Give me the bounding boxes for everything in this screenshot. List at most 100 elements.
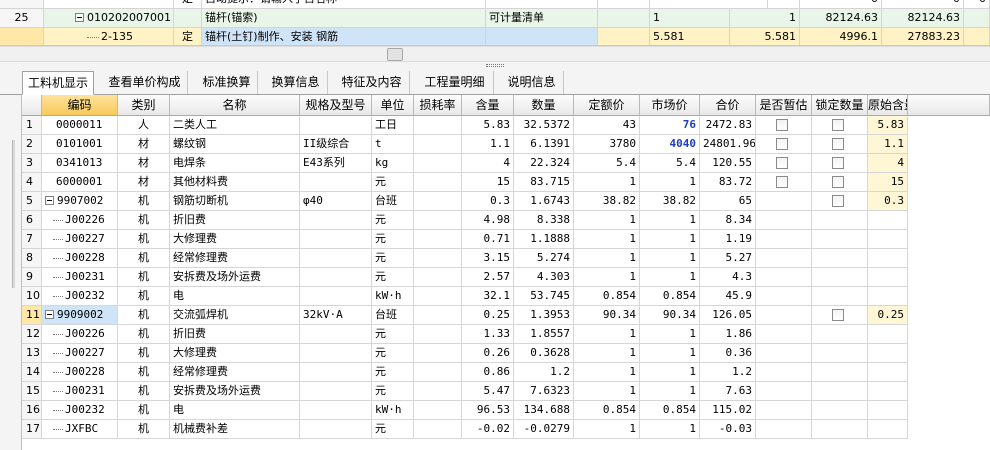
- cell-loss[interactable]: [414, 344, 462, 363]
- cell-total[interactable]: 5.27: [700, 249, 756, 268]
- cell-estimate[interactable]: [756, 420, 812, 439]
- cell-quota[interactable]: 1: [574, 211, 640, 230]
- cell-loss[interactable]: [414, 268, 462, 287]
- cell-spec[interactable]: [300, 325, 372, 344]
- cell-estimate[interactable]: [756, 363, 812, 382]
- cell-unit[interactable]: 台班: [372, 306, 414, 325]
- resource-row[interactable]: 17 JXFBC 机机械费补差元 -0.02 -0.0279 1 1 -0.03: [22, 420, 990, 439]
- cell-name[interactable]: 电焊条: [170, 154, 300, 173]
- cell-lock[interactable]: [812, 268, 868, 287]
- column-header[interactable]: 数量: [514, 95, 574, 116]
- row-number[interactable]: 10: [22, 287, 42, 306]
- cell-spec[interactable]: [300, 344, 372, 363]
- cell-code[interactable]: 0000011: [42, 116, 118, 135]
- cell-spec[interactable]: 32kV·A: [300, 306, 372, 325]
- cell-unit[interactable]: 元: [372, 249, 414, 268]
- tab-5[interactable]: 特征及内容: [334, 71, 410, 94]
- cell-code[interactable]: 6000001: [42, 173, 118, 192]
- column-header[interactable]: 名称: [170, 95, 300, 116]
- row-number[interactable]: 16: [22, 401, 42, 420]
- cell-name[interactable]: 交流弧焊机: [170, 306, 300, 325]
- cell-qty[interactable]: 7.6323: [514, 382, 574, 401]
- cell-unit[interactable]: 元: [372, 420, 414, 439]
- column-header[interactable]: 定额价: [574, 95, 640, 116]
- cell-market[interactable]: 1: [640, 249, 700, 268]
- cell-unit[interactable]: 元: [372, 230, 414, 249]
- cell-spec[interactable]: [300, 420, 372, 439]
- cell-lock[interactable]: [812, 401, 868, 420]
- row-number[interactable]: 1: [22, 116, 42, 135]
- cell-loss[interactable]: [414, 230, 462, 249]
- cell-content[interactable]: 3.15: [462, 249, 514, 268]
- cell-name[interactable]: 折旧费: [170, 211, 300, 230]
- cell-code[interactable]: JXFBC: [42, 420, 118, 439]
- column-header[interactable]: 单位: [372, 95, 414, 116]
- row-number[interactable]: 2: [22, 135, 42, 154]
- cell-quota[interactable]: 3780: [574, 135, 640, 154]
- row-number[interactable]: 15: [22, 382, 42, 401]
- cell-estimate[interactable]: [756, 382, 812, 401]
- estimate-checkbox[interactable]: [776, 157, 788, 169]
- cell-content[interactable]: 0.3: [462, 192, 514, 211]
- cell-lock[interactable]: [812, 344, 868, 363]
- cell-lock[interactable]: [812, 287, 868, 306]
- cell-market[interactable]: 1: [640, 325, 700, 344]
- cell-estimate[interactable]: [756, 325, 812, 344]
- cell-estimate[interactable]: [756, 154, 812, 173]
- estimate-checkbox[interactable]: [776, 176, 788, 188]
- cell-name[interactable]: 二类人工: [170, 116, 300, 135]
- cell-qty[interactable]: 22.324: [514, 154, 574, 173]
- column-header[interactable]: 合价: [700, 95, 756, 116]
- lock-quantity-checkbox[interactable]: [832, 119, 844, 131]
- cell-lock[interactable]: [812, 211, 868, 230]
- cell-unit[interactable]: t: [372, 135, 414, 154]
- cell-content[interactable]: -0.02: [462, 420, 514, 439]
- cell-qty[interactable]: 1.3953: [514, 306, 574, 325]
- cell-qty[interactable]: -0.0279: [514, 420, 574, 439]
- cell-market[interactable]: 0.854: [640, 287, 700, 306]
- cell-qty[interactable]: 53.745: [514, 287, 574, 306]
- cell-name[interactable]: 钢筋切断机: [170, 192, 300, 211]
- cell-name[interactable]: 其他材料费: [170, 173, 300, 192]
- cell-lock[interactable]: [812, 192, 868, 211]
- estimate-checkbox[interactable]: [776, 119, 788, 131]
- cell-code[interactable]: J00226: [42, 325, 118, 344]
- cell-content[interactable]: 1.1: [462, 135, 514, 154]
- cell-estimate[interactable]: [756, 401, 812, 420]
- cell-lock[interactable]: [812, 325, 868, 344]
- cell-quota[interactable]: 1: [574, 344, 640, 363]
- cell-name[interactable]: 大修理费: [170, 344, 300, 363]
- tab-4[interactable]: 换算信息: [264, 71, 328, 94]
- cell-spec[interactable]: [300, 382, 372, 401]
- cell-code[interactable]: 0101001: [42, 135, 118, 154]
- resource-row[interactable]: 1 0000011 人二类人工 工日 5.83 32.5372 43 76 2472.83 5.8…: [22, 116, 990, 135]
- cell-loss[interactable]: [414, 173, 462, 192]
- tab-2[interactable]: 查看单价构成: [102, 71, 188, 94]
- cell-spec[interactable]: [300, 230, 372, 249]
- resource-row[interactable]: 9 J00231 机安拆费及场外运费元 2.57 4.303 1 1 4.3: [22, 268, 990, 287]
- panel-splitter[interactable]: [0, 62, 990, 69]
- cell-code[interactable]: J00231: [42, 268, 118, 287]
- cell-code[interactable]: J00231: [42, 382, 118, 401]
- cell-name[interactable]: 经常修理费: [170, 249, 300, 268]
- cell-loss[interactable]: [414, 306, 462, 325]
- tab-1[interactable]: 工料机显示: [22, 71, 94, 95]
- cell-total[interactable]: 24801.96: [700, 135, 756, 154]
- cell-code[interactable]: J00228: [42, 363, 118, 382]
- cell-market[interactable]: 1: [640, 173, 700, 192]
- cell-estimate[interactable]: [756, 249, 812, 268]
- cell-code[interactable]: J00226: [42, 211, 118, 230]
- resource-row[interactable]: 15 J00231 机安拆费及场外运费元 5.47 7.6323 1 1 7.63: [22, 382, 990, 401]
- tab-7[interactable]: 说明信息: [500, 71, 564, 94]
- cell-loss[interactable]: [414, 192, 462, 211]
- cell-market[interactable]: 1: [640, 382, 700, 401]
- cell-lock[interactable]: [812, 420, 868, 439]
- cell-quota[interactable]: 1: [574, 420, 640, 439]
- cell-quota[interactable]: 1: [574, 268, 640, 287]
- cell-estimate[interactable]: [756, 344, 812, 363]
- cell-name[interactable]: 电: [170, 401, 300, 420]
- top-grid-row[interactable]: 25 010202007001 锚杆(锚索) 可计量清单 1 1 82124.63 82124…: [0, 9, 990, 28]
- resource-row[interactable]: 2 0101001 材螺纹钢 II级综合 t 1.1 6.1391 3780 4040 24801…: [22, 135, 990, 154]
- column-header[interactable]: 类别: [118, 95, 170, 116]
- collapse-toggle-icon[interactable]: [75, 12, 84, 22]
